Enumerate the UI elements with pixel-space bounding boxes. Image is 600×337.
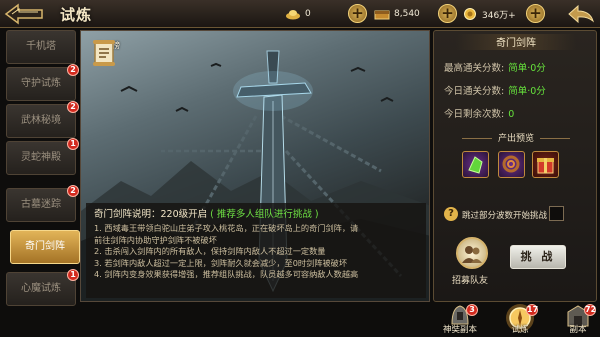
tab-label: 灵蛇神殿 [21,152,61,163]
tab-xinmo-shilian[interactable]: 心魔试炼 1 [6,269,79,306]
return-arrow-icon [568,4,594,24]
description-line: 前往剑阵内协助守护剑阵不被破坏 [94,234,217,245]
silver-value: 8,540 [394,9,420,19]
reward-item-rope[interactable] [498,151,525,178]
top-bar: 试炼 0 + 8,540 + 346万+ + [0,0,600,28]
description-title-text: 奇门剑阵说明：220级开启 [94,209,208,220]
nav-label: 试炼 [511,325,529,335]
tab-label: 守护试炼 [21,78,61,89]
tab-qianjita[interactable]: 千机塔 [6,30,76,64]
description-line: 3. 若剑阵内敌人超过一定上限，剑阵耐久就会减少，至0时剑阵被破坏 [94,257,348,268]
bottom-nav: 3 神奘副本 17 试炼 72 副本 [440,302,600,337]
description-title-highlight: ( 推荐多人组队进行挑战 ) [210,209,319,220]
notification-badge: 1 [67,138,79,150]
notification-badge: 2 [67,64,79,76]
add-coin-button[interactable]: + [526,4,545,23]
info-panel: 奇门剑阵 最高通关分数: 简单·0分 今日通关分数: 简单·0分 今日剩余次数: 0 … [433,30,597,302]
nav-item-shenzang-dungeon[interactable]: 3 神奘副本 [440,302,480,337]
best-score-row: 最高通关分数: 简单·0分 [444,60,546,74]
tab-label: 奇门剑阵 [25,241,65,252]
stat-label: 今日通关分数: [444,86,505,97]
coin-icon [464,8,476,20]
add-gold-ingot-button[interactable]: + [348,4,367,23]
stat-label: 今日剩余次数: [444,109,505,120]
skip-waves-checkbox[interactable] [549,206,564,221]
reward-item-gift-box[interactable] [532,151,559,178]
back-arrow-icon [4,3,43,25]
treasure-chest-icon [374,10,390,20]
stat-label: 最高通关分数: [444,63,505,74]
help-icon[interactable]: ? [444,207,458,221]
gold-ingot-value: 0 [305,9,311,19]
description-line: 2. 击杀闯入剑阵内的所有敌人，保持剑阵内敌人不超过一定数量 [94,246,326,257]
recruit-teammates-button[interactable] [456,237,488,269]
nav-item-trial[interactable]: 17 试炼 [500,302,540,337]
rope-icon [502,155,520,173]
nav-label: 神奘副本 [442,325,477,335]
notification-badge: 72 [584,304,597,316]
nav-label: 副本 [569,325,587,335]
coin-counter: 346万+ [462,5,516,23]
green-jade-icon [468,156,483,174]
tab-shouhu-shilian[interactable]: 守护试炼 2 [6,64,79,101]
notification-badge: 2 [67,185,79,197]
coin-value: 346万+ [482,10,516,21]
reward-item-jade[interactable] [462,151,489,178]
back-button[interactable] [2,2,46,26]
page-title: 试炼 [60,6,93,24]
leaderboard-scroll-icon [93,40,115,66]
tab-label: 千机塔 [26,41,56,52]
notification-badge: 1 [67,269,79,281]
today-score-row: 今日通关分数: 简单·0分 [444,83,546,97]
tab-lingshe-shendian[interactable]: 灵蛇神殿 1 [6,138,79,175]
tab-label: 古墓迷踪 [21,199,61,210]
add-silver-button[interactable]: + [438,4,457,23]
panel-title: 奇门剑阵 [456,34,576,50]
tab-wulin-mijing[interactable]: 武林秘境 2 [6,101,79,138]
description-line: 1. 西域毒王带领白驼山庄弟子攻入桃花岛，正在破坏岛上的奇门剑阵，请 [94,223,359,233]
description-line: 4. 剑阵内变身效果获得增强，推荐组队挑战，队员越多可容纳敌人数越高 [94,269,359,280]
notification-badge: 3 [466,304,478,316]
notification-badge: 17 [526,304,539,316]
gold-ingot-counter: 0 [285,5,311,23]
gold-ingot-icon [286,10,300,20]
reward-preview-title: 产出预览 [446,131,586,144]
leaderboard-button[interactable]: 积分榜 [91,39,125,79]
tab-gumu-mizong[interactable]: 古墓迷踪 2 [6,185,79,222]
description-box: 奇门剑阵说明：220级开启 ( 推荐多人组队进行挑战 ) 1. 西域毒王带领白驼… [86,203,426,298]
notification-badge: 2 [67,101,79,113]
return-button[interactable] [566,3,596,25]
remaining-attempts-row: 今日剩余次数: 0 [444,106,514,120]
skip-waves-label: 跳过部分波数开始挑战 [462,211,548,221]
challenge-button[interactable]: 挑 战 [510,245,566,269]
nav-item-dungeon[interactable]: 72 副本 [558,302,598,337]
description-title: 奇门剑阵说明：220级开启 ( 推荐多人组队进行挑战 ) [94,206,418,220]
silver-counter: 8,540 [374,5,420,23]
stat-value: 0 [508,109,515,120]
teammates-icon [462,246,482,263]
stat-value: 简单·0分 [508,63,546,74]
gift-box-icon [537,158,554,174]
recruit-teammates-label: 招募队友 [452,276,489,286]
tab-label: 心魔试炼 [21,283,61,294]
stat-value: 简单·0分 [508,86,546,97]
tab-qimen-jianzhen[interactable]: 奇门剑阵 [10,230,80,264]
tab-label: 武林秘境 [21,115,61,126]
